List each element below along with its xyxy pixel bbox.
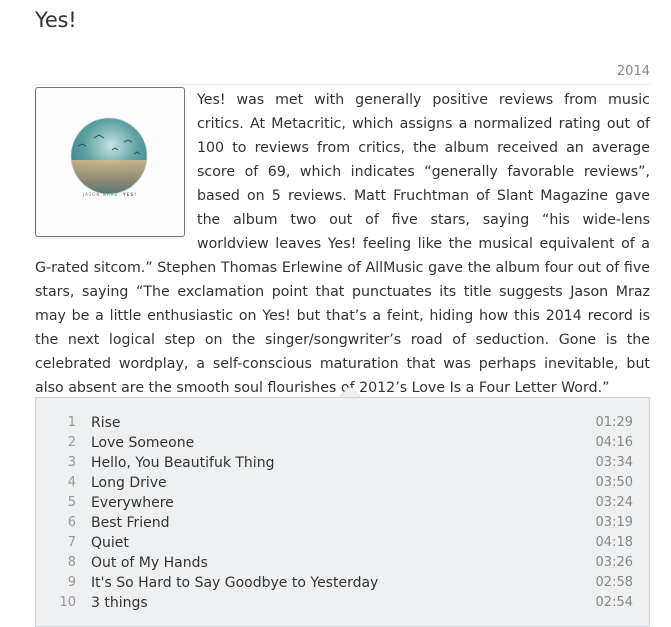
track-duration: 01:29	[595, 415, 633, 430]
track-row[interactable]: 7 Quiet 04:18	[36, 533, 649, 553]
track-duration: 03:50	[595, 475, 633, 490]
cover-art-image	[70, 117, 148, 195]
track-title: 3 things	[91, 595, 148, 611]
track-number: 9	[67, 575, 76, 590]
track-number: 10	[59, 595, 76, 610]
track-row[interactable]: 5 Everywhere 03:24	[36, 493, 649, 513]
track-duration: 02:58	[595, 575, 633, 590]
album-cover[interactable]: JASON MRAZ YES!	[35, 87, 185, 237]
track-row[interactable]: 9 It's So Hard to Say Goodbye to Yesterd…	[36, 573, 649, 593]
track-number: 6	[67, 515, 76, 530]
track-number: 7	[67, 535, 76, 550]
track-row[interactable]: 10 3 things 02:54	[36, 593, 649, 613]
track-row[interactable]: 6 Best Friend 03:19	[36, 513, 649, 533]
track-title: Out of My Hands	[91, 555, 208, 571]
track-row[interactable]: 3 Hello, You Beautifuk Thing 03:34	[36, 453, 649, 473]
track-number: 2	[67, 435, 76, 450]
track-number: 5	[67, 495, 76, 510]
track-duration: 04:16	[595, 435, 633, 450]
track-number: 1	[67, 415, 76, 430]
track-title: Everywhere	[91, 495, 174, 511]
track-duration: 03:24	[595, 495, 633, 510]
track-duration: 03:26	[595, 555, 633, 570]
tracklist-panel: 1 Rise 01:29 2 Love Someone 04:16 3 Hell…	[35, 397, 650, 627]
track-row[interactable]: 2 Love Someone 04:16	[36, 433, 649, 453]
track-number: 8	[67, 555, 76, 570]
cover-title-text: YES!	[122, 192, 138, 197]
cover-artist-text: JASON MRAZ	[82, 192, 119, 197]
track-row[interactable]: 4 Long Drive 03:50	[36, 473, 649, 493]
year-bar: 2014	[35, 62, 650, 85]
track-row[interactable]: 1 Rise 01:29	[36, 413, 649, 433]
track-number: 3	[67, 455, 76, 470]
track-duration: 04:18	[595, 535, 633, 550]
track-title: Quiet	[91, 535, 129, 551]
track-title: Love Someone	[91, 435, 195, 451]
cover-caption: JASON MRAZ YES!	[36, 192, 184, 197]
track-row[interactable]: 8 Out of My Hands 03:26	[36, 553, 649, 573]
track-title: Hello, You Beautifuk Thing	[91, 455, 275, 471]
track-duration: 03:19	[595, 515, 633, 530]
track-title: Long Drive	[91, 475, 167, 491]
track-title: Rise	[91, 415, 121, 431]
track-duration: 03:34	[595, 455, 633, 470]
track-number: 4	[67, 475, 76, 490]
track-duration: 02:54	[595, 595, 633, 610]
track-title: Best Friend	[91, 515, 170, 531]
album-year: 2014	[616, 64, 650, 79]
track-title: It's So Hard to Say Goodbye to Yesterday	[91, 575, 379, 591]
album-title: Yes!	[35, 8, 77, 32]
